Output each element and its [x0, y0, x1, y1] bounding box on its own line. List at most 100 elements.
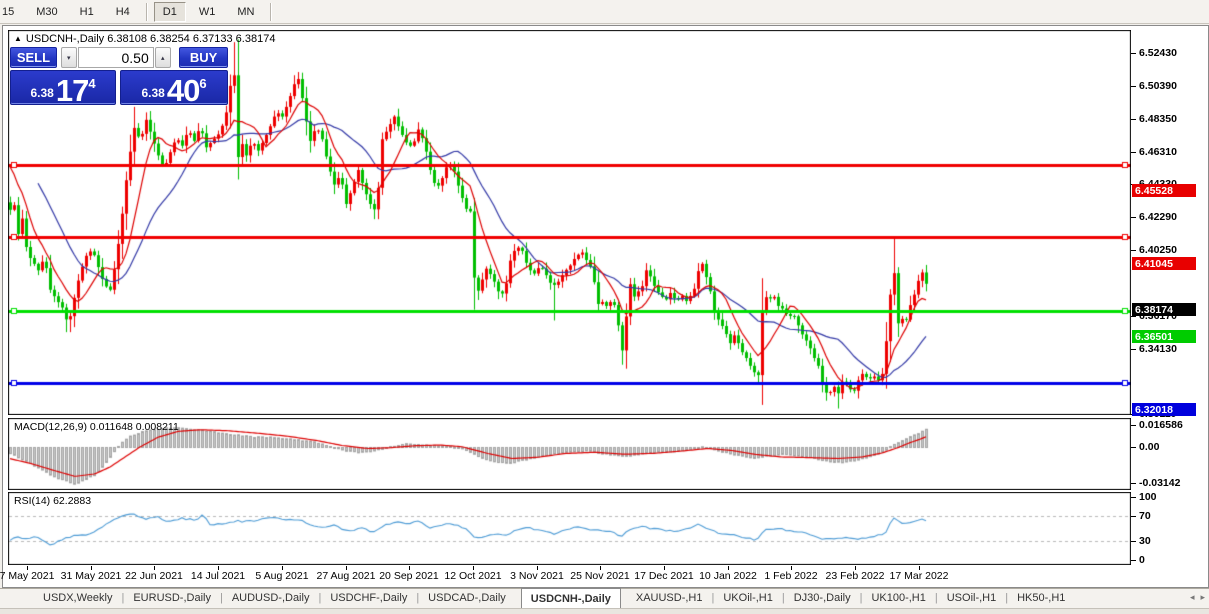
volume-input[interactable] — [78, 47, 154, 68]
price-tick-label: 6.42290 — [1139, 211, 1177, 223]
chart-tab-usdcnh-daily[interactable]: USDCNH-,Daily — [521, 588, 621, 608]
macd-label: MACD(12,26,9) 0.011648 0.008211 — [14, 421, 179, 433]
price-badge-6.36501: 6.36501 — [1132, 330, 1196, 343]
collapse-triangle-icon[interactable]: ▲ — [14, 34, 22, 43]
buy-price-big: 40 — [167, 77, 199, 104]
axis-tick — [1131, 53, 1136, 54]
macd-scale-label: 0.016586 — [1139, 419, 1183, 431]
price-badge-6.32018: 6.32018 — [1132, 403, 1196, 416]
volume-decrease-button[interactable]: ▾ — [61, 47, 77, 68]
rsi-scale-label: 0 — [1139, 554, 1145, 566]
axis-tick — [1131, 516, 1136, 517]
sell-button[interactable]: SELL — [10, 47, 57, 68]
rsi-scale-label: 70 — [1139, 510, 1151, 522]
buy-button[interactable]: BUY — [179, 47, 228, 68]
chart-tab-usoil-h1[interactable]: USOil-,H1 — [938, 589, 1006, 608]
buy-price-pip: 6 — [199, 76, 206, 91]
timeframe-button-d1[interactable]: D1 — [154, 2, 186, 22]
spin-down-icon: ▾ — [67, 54, 71, 62]
rsi-indicator-pane[interactable] — [8, 492, 1131, 565]
date-label: 7 May 2021 — [0, 570, 54, 582]
axis-tick — [1131, 217, 1136, 218]
date-label: 27 Aug 2021 — [317, 570, 376, 582]
timeframe-button-h4[interactable]: H4 — [107, 2, 139, 22]
axis-tick — [1131, 152, 1136, 153]
axis-tick — [1131, 425, 1136, 426]
price-axis[interactable]: 6.524306.503906.483506.463106.443306.422… — [1131, 26, 1208, 586]
rsi-scale-label: 30 — [1139, 535, 1151, 547]
chart-tab-uk100-h1[interactable]: UK100-,H1 — [862, 589, 934, 608]
date-axis[interactable]: 7 May 202131 May 202122 Jun 202114 Jul 2… — [8, 566, 1131, 586]
price-badge-6.38174: 6.38174 — [1132, 303, 1196, 316]
status-strip — [0, 608, 1209, 614]
axis-tick — [1131, 447, 1136, 448]
date-label: 22 Jun 2021 — [125, 570, 183, 582]
date-label: 12 Oct 2021 — [444, 570, 501, 582]
chart-ohlc-values: 6.38108 6.38254 6.37133 6.38174 — [107, 33, 275, 45]
price-tick-label: 6.50390 — [1139, 80, 1177, 92]
toolbar-separator — [270, 3, 271, 21]
timeframe-button-mn[interactable]: MN — [228, 2, 263, 22]
toolbar-separator — [146, 3, 147, 21]
volume-increase-button[interactable]: ▴ — [155, 47, 171, 68]
macd-scale-label: 0.00 — [1139, 441, 1159, 453]
price-tick-label: 6.46310 — [1139, 146, 1177, 158]
chart-tab-audusd-daily[interactable]: AUDUSD-,Daily — [223, 589, 319, 608]
date-label: 17 Mar 2022 — [890, 570, 949, 582]
chart-tab-usdchf-daily[interactable]: USDCHF-,Daily — [321, 589, 416, 608]
sell-price-box[interactable]: 6.38 17 4 — [10, 70, 116, 105]
chart-tab-hk50-h1[interactable]: HK50-,H1 — [1008, 589, 1074, 608]
sell-price-prefix: 6.38 — [30, 86, 53, 100]
buy-price-box[interactable]: 6.38 40 6 — [120, 70, 228, 105]
chart-title: ▲ USDCNH-,Daily 6.38108 6.38254 6.37133 6… — [14, 33, 275, 45]
price-badge-6.41045: 6.41045 — [1132, 257, 1196, 270]
date-label: 5 Aug 2021 — [255, 570, 308, 582]
date-label: 14 Jul 2021 — [191, 570, 245, 582]
axis-tick — [1131, 560, 1136, 561]
price-tick-label: 6.48350 — [1139, 113, 1177, 125]
tab-scroll-right-button[interactable]: ▸ — [1200, 592, 1205, 603]
macd-scale-label: -0.03142 — [1139, 477, 1180, 489]
timeframe-button-h1[interactable]: H1 — [71, 2, 103, 22]
date-label: 10 Jan 2022 — [699, 570, 757, 582]
spin-up-icon: ▴ — [161, 54, 165, 62]
sell-price-big: 17 — [56, 77, 88, 104]
axis-tick — [1131, 349, 1136, 350]
chart-tab-eurusd-daily[interactable]: EURUSD-,Daily — [124, 589, 220, 608]
chart-tab-usdcad-daily[interactable]: USDCAD-,Daily — [419, 589, 515, 608]
rsi-scale-label: 100 — [1139, 491, 1157, 503]
axis-tick — [1131, 250, 1136, 251]
chart-tab-usdx-weekly[interactable]: USDX,Weekly — [34, 589, 121, 608]
chart-tab-bar: USDX,Weekly|EURUSD-,Daily|AUDUSD-,Daily|… — [0, 588, 1209, 608]
chart-tab-xauusd-h1[interactable]: XAUUSD-,H1 — [627, 589, 712, 608]
price-badge-6.45528: 6.45528 — [1132, 184, 1196, 197]
date-label: 17 Dec 2021 — [634, 570, 694, 582]
date-label: 20 Sep 2021 — [379, 570, 439, 582]
timeframe-button-m30[interactable]: M30 — [27, 2, 66, 22]
buy-price-prefix: 6.38 — [141, 86, 164, 100]
mt4-terminal: 15M30H1H4 D1W1MN ▲ USDCNH-,Daily 6.38108 6… — [0, 0, 1209, 614]
price-tick-label: 6.40250 — [1139, 244, 1177, 256]
axis-tick — [1131, 497, 1136, 498]
axis-tick — [1131, 541, 1136, 542]
sell-price-pip: 4 — [88, 76, 95, 91]
rsi-label: RSI(14) 62.2883 — [14, 495, 91, 507]
price-tick-label: 6.34130 — [1139, 343, 1177, 355]
one-click-trading-panel: SELL ▾ ▴ BUY 6.38 17 4 6.38 40 6 — [10, 47, 228, 105]
date-label: 23 Feb 2022 — [826, 570, 885, 582]
date-label: 1 Feb 2022 — [764, 570, 817, 582]
axis-tick — [1131, 316, 1136, 317]
chart-tab-ukoil-h1[interactable]: UKOil-,H1 — [714, 589, 782, 608]
axis-tick — [1131, 119, 1136, 120]
chart-tab-dj30-daily[interactable]: DJ30-,Daily — [785, 589, 860, 608]
tab-scroll-left-button[interactable]: ◂ — [1190, 592, 1195, 603]
date-label: 25 Nov 2021 — [570, 570, 630, 582]
price-tick-label: 6.52430 — [1139, 47, 1177, 59]
date-label: 3 Nov 2021 — [510, 570, 564, 582]
axis-tick — [1131, 483, 1136, 484]
timeframe-button-w1[interactable]: W1 — [190, 2, 225, 22]
axis-tick — [1131, 86, 1136, 87]
timeframe-button-15[interactable]: 15 — [0, 2, 23, 22]
chart-symbol-label: USDCNH-,Daily — [26, 33, 104, 45]
date-label: 31 May 2021 — [61, 570, 122, 582]
